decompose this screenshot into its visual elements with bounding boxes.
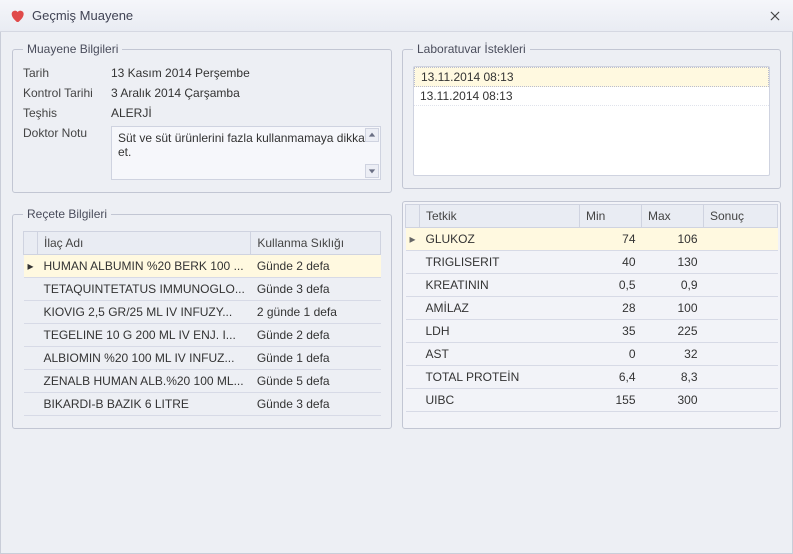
results-cell-max: 106 xyxy=(642,228,704,251)
rx-row[interactable]: ▸HUMAN ALBUMIN %20 BERK 100 ...Günde 2 d… xyxy=(24,255,381,278)
rx-cell-drug: HUMAN ALBUMIN %20 BERK 100 ... xyxy=(38,255,251,278)
rx-legend: Reçete Bilgileri xyxy=(23,207,111,221)
results-cell-min: 0 xyxy=(580,343,642,366)
note-scroll-up[interactable] xyxy=(365,128,379,142)
doctor-note-textarea[interactable]: Süt ve süt ürünlerini fazla kullanmamaya… xyxy=(111,126,381,180)
results-row[interactable]: AMİLAZ28100 xyxy=(406,297,778,320)
value-diagnosis: ALERJİ xyxy=(111,106,381,120)
rx-group: Reçete Bilgileri İlaç Adı Kullanma Sıklı… xyxy=(12,207,392,429)
value-control-date: 3 Aralık 2014 Çarşamba xyxy=(111,86,381,100)
lab-requests-legend: Laboratuvar İstekleri xyxy=(413,42,530,56)
results-table: Tetkik Min Max Sonuç ▸GLUKOZ74106TRIGLIS… xyxy=(405,204,778,412)
results-cell-result xyxy=(704,389,778,412)
rx-cell-drug: BIKARDI-B BAZIK 6 LITRE xyxy=(38,393,251,416)
results-cell-test: AMİLAZ xyxy=(420,297,580,320)
left-column: Muayene Bilgileri Tarih 13 Kasım 2014 Pe… xyxy=(12,42,392,429)
rx-cell-freq: Günde 1 defa xyxy=(251,347,381,370)
results-cell-test: GLUKOZ xyxy=(420,228,580,251)
results-cell-test: TRIGLISERIT xyxy=(420,251,580,274)
content: Muayene Bilgileri Tarih 13 Kasım 2014 Pe… xyxy=(0,32,793,443)
results-cell-test: KREATININ xyxy=(420,274,580,297)
results-cell-min: 40 xyxy=(580,251,642,274)
results-panel: Tetkik Min Max Sonuç ▸GLUKOZ74106TRIGLIS… xyxy=(402,201,781,429)
results-row[interactable]: KREATININ0,50,9 xyxy=(406,274,778,297)
results-row[interactable]: TRIGLISERIT40130 xyxy=(406,251,778,274)
lab-request-item[interactable]: 13.11.2014 08:13 xyxy=(414,87,769,106)
note-scroll-down[interactable] xyxy=(365,164,379,178)
rx-col-frequency[interactable]: Kullanma Sıklığı xyxy=(251,232,381,255)
rx-row[interactable]: TEGELINE 10 G 200 ML IV ENJ. I...Günde 2… xyxy=(24,324,381,347)
rx-cell-drug: TEGELINE 10 G 200 ML IV ENJ. I... xyxy=(38,324,251,347)
rx-cell-drug: ZENALB HUMAN ALB.%20 100 ML... xyxy=(38,370,251,393)
label-doctor-note: Doktor Notu xyxy=(23,126,103,140)
results-cell-test: TOTAL PROTEİN xyxy=(420,366,580,389)
rx-cell-freq: Günde 3 defa xyxy=(251,393,381,416)
results-cell-max: 300 xyxy=(642,389,704,412)
results-col-result[interactable]: Sonuç xyxy=(704,205,778,228)
results-cell-min: 6,4 xyxy=(580,366,642,389)
rx-cell-freq: Günde 3 defa xyxy=(251,278,381,301)
results-cell-test: UIBC xyxy=(420,389,580,412)
window: Geçmiş Muayene Muayene Bilgileri Tarih 1… xyxy=(0,0,793,554)
rx-row[interactable]: ALBIOMIN %20 100 ML IV INFUZ...Günde 1 d… xyxy=(24,347,381,370)
results-row[interactable]: TOTAL PROTEİN6,48,3 xyxy=(406,366,778,389)
label-date: Tarih xyxy=(23,66,103,80)
rx-row[interactable]: ZENALB HUMAN ALB.%20 100 ML...Günde 5 de… xyxy=(24,370,381,393)
results-row[interactable]: LDH35225 xyxy=(406,320,778,343)
results-cell-max: 100 xyxy=(642,297,704,320)
rx-cell-freq: 2 günde 1 defa xyxy=(251,301,381,324)
results-cell-result xyxy=(704,366,778,389)
exam-info-grid: Tarih 13 Kasım 2014 Perşembe Kontrol Tar… xyxy=(23,66,381,180)
lab-request-item[interactable]: 13.11.2014 08:13 xyxy=(414,67,769,87)
rx-cell-drug: TETAQUINTETATUS IMMUNOGLO... xyxy=(38,278,251,301)
results-cell-max: 130 xyxy=(642,251,704,274)
lab-requests-group: Laboratuvar İstekleri 13.11.2014 08:1313… xyxy=(402,42,781,189)
exam-info-group: Muayene Bilgileri Tarih 13 Kasım 2014 Pe… xyxy=(12,42,392,193)
results-cell-result xyxy=(704,297,778,320)
rx-cell-drug: KIOVIG 2,5 GR/25 ML IV INFUZY... xyxy=(38,301,251,324)
results-cell-result xyxy=(704,228,778,251)
rx-cell-drug: ALBIOMIN %20 100 ML IV INFUZ... xyxy=(38,347,251,370)
rx-col-drug[interactable]: İlaç Adı xyxy=(38,232,251,255)
rx-cell-freq: Günde 5 defa xyxy=(251,370,381,393)
results-cell-test: LDH xyxy=(420,320,580,343)
titlebar: Geçmiş Muayene xyxy=(0,0,793,32)
results-cell-result xyxy=(704,343,778,366)
results-cell-result xyxy=(704,320,778,343)
results-col-test[interactable]: Tetkik xyxy=(420,205,580,228)
results-row[interactable]: AST032 xyxy=(406,343,778,366)
rx-cell-freq: Günde 2 defa xyxy=(251,255,381,278)
results-cell-max: 225 xyxy=(642,320,704,343)
results-cell-max: 0,9 xyxy=(642,274,704,297)
results-row[interactable]: ▸GLUKOZ74106 xyxy=(406,228,778,251)
results-cell-min: 0,5 xyxy=(580,274,642,297)
rx-row[interactable]: BIKARDI-B BAZIK 6 LITREGünde 3 defa xyxy=(24,393,381,416)
results-cell-result xyxy=(704,251,778,274)
results-cell-max: 8,3 xyxy=(642,366,704,389)
label-diagnosis: Teşhis xyxy=(23,106,103,120)
results-cell-result xyxy=(704,274,778,297)
results-cell-min: 35 xyxy=(580,320,642,343)
rx-row[interactable]: TETAQUINTETATUS IMMUNOGLO...Günde 3 defa xyxy=(24,278,381,301)
exam-info-legend: Muayene Bilgileri xyxy=(23,42,122,56)
results-cell-min: 28 xyxy=(580,297,642,320)
label-control-date: Kontrol Tarihi xyxy=(23,86,103,100)
value-date: 13 Kasım 2014 Perşembe xyxy=(111,66,381,80)
results-col-max[interactable]: Max xyxy=(642,205,704,228)
results-row[interactable]: UIBC155300 xyxy=(406,389,778,412)
lab-requests-list[interactable]: 13.11.2014 08:1313.11.2014 08:13 xyxy=(413,66,770,176)
results-cell-min: 74 xyxy=(580,228,642,251)
results-col-min[interactable]: Min xyxy=(580,205,642,228)
results-cell-min: 155 xyxy=(580,389,642,412)
results-cell-max: 32 xyxy=(642,343,704,366)
window-title: Geçmiş Muayene xyxy=(32,8,765,23)
right-column: Laboratuvar İstekleri 13.11.2014 08:1313… xyxy=(402,42,781,429)
rx-cell-freq: Günde 2 defa xyxy=(251,324,381,347)
rx-table: İlaç Adı Kullanma Sıklığı ▸HUMAN ALBUMIN… xyxy=(23,231,381,416)
heart-icon xyxy=(8,7,26,25)
close-button[interactable] xyxy=(765,6,785,26)
rx-row[interactable]: KIOVIG 2,5 GR/25 ML IV INFUZY...2 günde … xyxy=(24,301,381,324)
results-cell-test: AST xyxy=(420,343,580,366)
